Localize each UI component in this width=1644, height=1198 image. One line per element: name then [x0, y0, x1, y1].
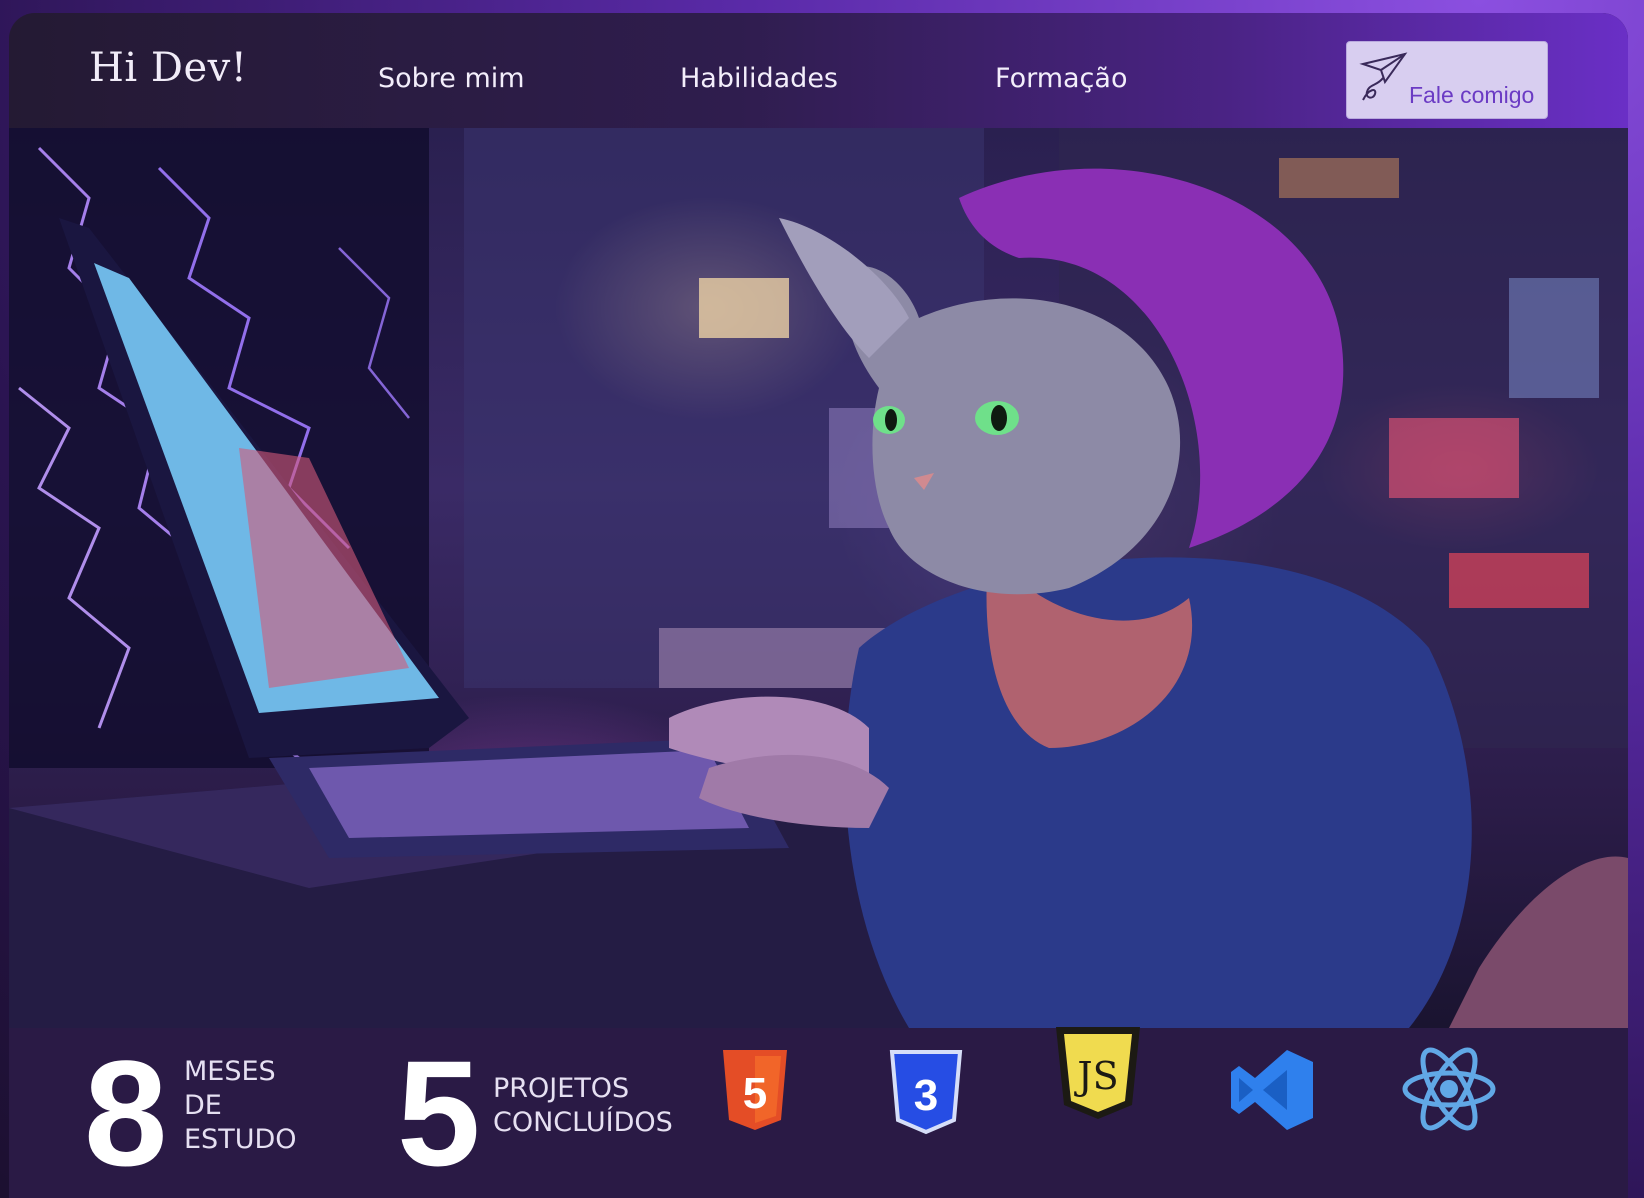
react-icon	[1402, 1047, 1496, 1131]
nav-link-habilidades[interactable]: Habilidades	[680, 63, 838, 94]
stat-label-line: ESTUDO	[184, 1124, 297, 1155]
css3-icon: 3	[889, 1050, 963, 1135]
stat-label-projects: PROJETOS CONCLUÍDOS	[493, 1072, 673, 1140]
nav-link-sobre-mim[interactable]: Sobre mim	[378, 63, 525, 94]
contact-button[interactable]: Fale comigo	[1346, 41, 1548, 119]
paper-plane-icon	[1359, 52, 1408, 101]
stat-label-line: PROJETOS	[493, 1073, 630, 1104]
javascript-icon: JS	[1056, 1027, 1140, 1119]
page-frame: Hi Dev! Sobre mim Habilidades Formação F…	[9, 13, 1628, 1198]
vscode-icon	[1231, 1050, 1313, 1130]
site-logo[interactable]: Hi Dev!	[89, 45, 247, 91]
hero-illustration	[9, 128, 1628, 1028]
html5-icon: 5	[723, 1050, 787, 1130]
javascript-icon-text: JS	[1073, 1054, 1118, 1098]
stats-bar: 8 MESES DE ESTUDO 5 PROJETOS CONCLUÍDOS	[9, 1028, 1628, 1198]
stat-label-line: CONCLUÍDOS	[493, 1107, 673, 1138]
stat-number-months: 8	[84, 1029, 168, 1197]
html5-icon-text: 5	[743, 1069, 767, 1118]
stat-number-projects: 5	[397, 1029, 481, 1197]
nav-link-formacao[interactable]: Formação	[995, 63, 1127, 94]
site-header: Hi Dev! Sobre mim Habilidades Formação F…	[9, 13, 1628, 128]
stat-label-line: DE	[184, 1090, 222, 1121]
css3-icon-text: 3	[914, 1071, 938, 1120]
stat-label-months: MESES DE ESTUDO	[184, 1055, 297, 1157]
stat-label-line: MESES	[184, 1056, 276, 1087]
contact-button-label: Fale comigo	[1409, 82, 1535, 108]
cat-coder-illustration	[9, 128, 1628, 1028]
